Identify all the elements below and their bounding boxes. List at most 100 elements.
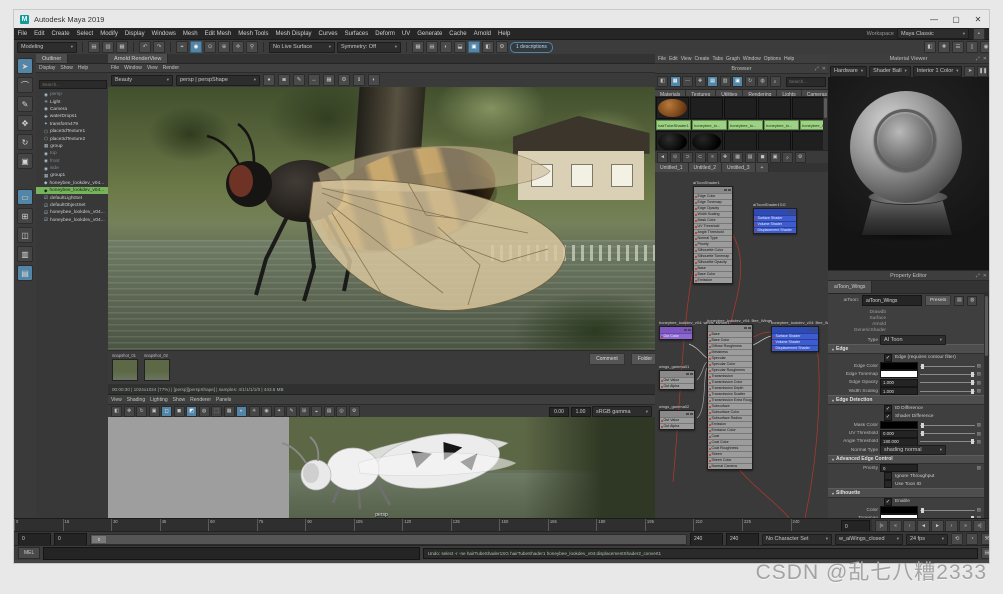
renderview-toolbar-icon[interactable]: ● xyxy=(263,74,275,86)
colorspace-selector[interactable]: sRGB gamma xyxy=(592,406,652,417)
node-editor-tab[interactable]: Untitled_1 xyxy=(655,163,689,172)
viewport-toolbar-icon[interactable]: ▤ xyxy=(323,406,335,417)
attribute-slider[interactable] xyxy=(920,430,975,437)
hypershade-menu-item[interactable]: View xyxy=(681,56,692,62)
viewport-toolbar-icon[interactable]: ◩ xyxy=(186,406,197,417)
close-icon[interactable]: ✕ xyxy=(983,273,987,279)
node-editor-toolbar-icon[interactable]: ▣ xyxy=(769,152,781,163)
renderview-toolbar-icon[interactable]: ⚙ xyxy=(338,74,350,86)
outliner-item[interactable]: ◉ persp xyxy=(36,91,108,98)
material-swatch[interactable] xyxy=(724,97,757,119)
render-tool-icon[interactable]: ◐ xyxy=(440,41,452,53)
node-attribute-row[interactable]: Out Color xyxy=(660,333,692,339)
normal-type-selector[interactable]: shading normal xyxy=(880,445,946,456)
node-editor-tab[interactable]: Untitled_2 xyxy=(688,163,723,172)
checkbox-row[interactable]: ✓ Enable xyxy=(828,497,984,506)
fps-selector[interactable]: 24 fps xyxy=(906,533,948,545)
range-slider-track[interactable]: 0 xyxy=(90,533,687,545)
viewport-toolbar-icon[interactable]: ✎ xyxy=(286,406,297,417)
undock-icon[interactable]: ⤢ xyxy=(976,273,980,279)
node-name-field[interactable]: aiToon_Wings xyxy=(862,295,922,306)
viewport-menu-item[interactable]: Show xyxy=(173,397,186,403)
hypershade-menu-item[interactable]: Help xyxy=(784,56,794,62)
menu-item[interactable]: Windows xyxy=(148,31,179,37)
playback-button[interactable]: ‹ xyxy=(903,519,916,532)
browser-toolbar-icon[interactable]: ▥ xyxy=(719,76,731,87)
map-connect-icon[interactable]: ▨ xyxy=(977,422,981,428)
map-connect-icon[interactable]: ▨ xyxy=(977,439,981,445)
viewport-toolbar-icon[interactable]: ✥ xyxy=(123,406,135,417)
workspace-selector[interactable]: Maya Classic xyxy=(897,28,969,39)
render-tool-icon[interactable]: ⬓ xyxy=(454,41,466,53)
renderview-menu-item[interactable]: File xyxy=(111,65,119,71)
attribute-slider[interactable] xyxy=(920,371,975,378)
outliner-item[interactable]: ◉ Camera xyxy=(36,106,108,113)
shading-group-node[interactable]: Surface Shader Volume Shader Displacement … xyxy=(771,326,819,352)
outliner-item[interactable]: ✦ transform479 xyxy=(36,121,108,128)
section-header-edge[interactable]: Edge xyxy=(828,344,984,354)
renderview-toolbar-icon[interactable]: ◙ xyxy=(278,74,290,86)
undock-icon[interactable]: ⤢ xyxy=(976,56,980,62)
viewer-geometry-selector[interactable]: Shader Ball xyxy=(869,65,911,77)
playback-option-icon[interactable]: ⟲ xyxy=(951,533,963,545)
attribute-slider[interactable] xyxy=(920,422,975,429)
layout-shortcut-icon[interactable]: ◫ xyxy=(17,227,33,243)
sidebar-toggle-icon[interactable]: ☰ xyxy=(952,41,964,53)
node-editor-tab[interactable]: Untitled_3 xyxy=(722,163,756,172)
viewport-toolbar-icon[interactable]: ✦ xyxy=(273,406,285,417)
attribute-editor-icon[interactable]: ◍ xyxy=(967,295,978,306)
undo-redo-icon[interactable]: ↷ xyxy=(153,41,165,53)
attribute-value[interactable] xyxy=(880,370,918,379)
attribute-value[interactable]: 0.000 xyxy=(880,429,918,438)
checkbox-row[interactable]: ✓ ID Difference xyxy=(828,404,984,413)
shading-group-node[interactable]: Surface Shader Volume Shader Displacement … xyxy=(753,208,797,234)
browser-toolbar-icon[interactable]: ✚ xyxy=(694,76,706,87)
node-editor-toolbar-icon[interactable]: ▦ xyxy=(732,152,743,163)
map-connect-icon[interactable]: ▨ xyxy=(977,431,981,437)
viewport-toolbar-icon[interactable]: ◉ xyxy=(261,406,272,417)
attribute-value[interactable]: 1.000 xyxy=(880,378,918,387)
viewport-menu-item[interactable]: Shading xyxy=(127,397,145,403)
node-editor-toolbar-icon[interactable]: ◄ xyxy=(657,152,668,163)
browser-toolbar-icon[interactable]: ◍ xyxy=(757,76,768,87)
menu-item[interactable]: Create xyxy=(48,31,73,37)
node-attribute-row[interactable]: Out Alpha xyxy=(660,383,694,389)
menu-item[interactable]: Cache xyxy=(446,31,470,37)
descriptions-badge[interactable]: 1 descriptions xyxy=(510,41,553,53)
viewport-toolbar-icon[interactable]: ⬚ xyxy=(211,406,222,417)
type-selector[interactable]: AI Toon xyxy=(880,335,946,346)
map-connect-icon[interactable]: ▨ xyxy=(977,380,981,386)
viewport-toolbar-icon[interactable]: ⚙ xyxy=(348,406,360,417)
layout-shortcut-icon[interactable]: ▥ xyxy=(17,246,33,262)
material-swatch[interactable] xyxy=(792,131,825,150)
outliner-item[interactable]: ☑ defaultLightSet xyxy=(36,194,108,201)
playback-option-icon[interactable]: ⚒ xyxy=(981,533,989,545)
viewport-menu-item[interactable]: View xyxy=(111,397,122,403)
undock-icon[interactable]: ⤢ xyxy=(815,66,819,72)
map-connect-icon[interactable]: ▨ xyxy=(977,465,981,471)
outliner-menu-item[interactable]: Help xyxy=(78,65,88,71)
material-name-label[interactable]: honeybee_lo... xyxy=(692,120,727,130)
anim-layer-selector[interactable]: w_aiWings_closed xyxy=(835,533,903,545)
outliner-menu-item[interactable]: Show xyxy=(60,65,73,71)
map-connect-icon[interactable]: ▨ xyxy=(977,363,981,369)
outliner-item[interactable]: ◆ honeybee_lookdev_v04... xyxy=(36,180,108,187)
node-editor-canvas[interactable]: aiToonShader1 Edge Color Edge Tonemap Edge… xyxy=(655,172,828,518)
viewport-toolbar-icon[interactable]: ⊞ xyxy=(298,406,310,417)
layout-shortcut-icon[interactable]: ⊞ xyxy=(17,208,33,224)
outliner-item[interactable]: ☑ defaultObjectSet xyxy=(36,202,108,209)
browser-toolbar-icon[interactable]: ▣ xyxy=(732,76,743,87)
mel-command-input[interactable] xyxy=(43,546,420,560)
close-icon[interactable]: ✕ xyxy=(822,66,826,72)
surface-shader-node[interactable]: Base Base Color Diffuse Roughness Metalness… xyxy=(707,324,753,470)
tool-icon[interactable]: ▣ xyxy=(17,153,33,169)
outliner-item[interactable]: ▦ group xyxy=(36,143,108,150)
playback-option-icon[interactable]: ◔ xyxy=(966,533,978,545)
hypershade-menu-item[interactable]: Edit xyxy=(669,56,678,62)
attribute-slider[interactable] xyxy=(920,363,975,370)
attribute-slider[interactable] xyxy=(920,507,975,514)
renderview-toolbar-icon[interactable]: ℹ xyxy=(353,74,365,86)
utility-node[interactable]: Out Value Out Alpha xyxy=(659,410,695,430)
viewport-toolbar-icon[interactable]: ◎ xyxy=(336,406,347,417)
mel-mode-button[interactable]: MEL xyxy=(18,547,41,559)
